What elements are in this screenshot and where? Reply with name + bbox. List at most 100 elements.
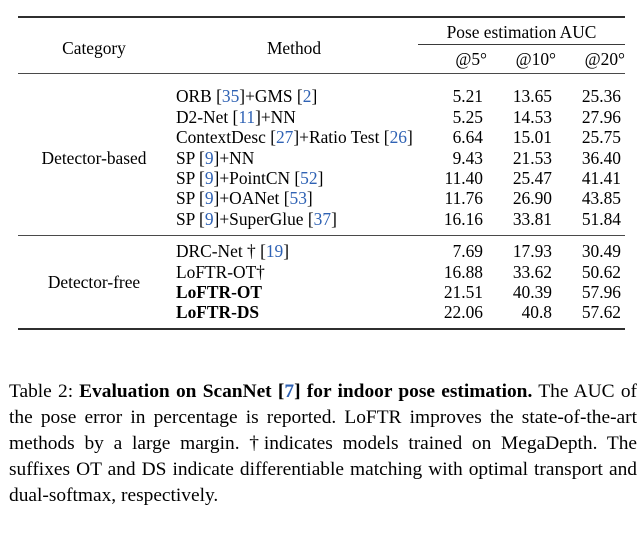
metric-value: 14.53 <box>512 106 552 127</box>
method-text: ]+SuperGlue [ <box>213 208 314 229</box>
metric-value: 36.40 <box>581 147 621 168</box>
method-text: ]+Ratio Test [ <box>293 127 390 148</box>
method-text: ContextDesc <box>176 127 271 148</box>
metric-value: 30.49 <box>581 241 621 262</box>
metric-value: 25.47 <box>512 167 552 188</box>
metric-value: 15.01 <box>512 127 552 148</box>
method-text: ] <box>283 241 290 262</box>
paper-page: Category Method Pose estimation AUC @5° … <box>0 0 643 559</box>
metric-value: 57.96 <box>581 281 621 302</box>
citation-ref: 9 <box>204 167 214 188</box>
method-label: SP [9]+SuperGlue [37] <box>170 209 418 229</box>
metric-value: 43.85 <box>581 188 621 209</box>
category-label: Detector-free <box>47 271 141 292</box>
metric-value: 21.51 <box>443 281 483 302</box>
method-text: D2-Net <box>176 106 233 127</box>
metric-value: 21.53 <box>512 147 552 168</box>
method-label: DRC-Net † [19] <box>170 242 418 262</box>
header-auc-5: @5° <box>455 49 487 70</box>
metric-value: 17.93 <box>512 241 552 262</box>
citation-ref: 9 <box>204 208 214 229</box>
metric-value: 5.25 <box>452 106 483 127</box>
method-text: SP <box>176 208 200 229</box>
metric-value: 6.64 <box>452 127 483 148</box>
header-category: Category <box>62 37 126 58</box>
metric-value: 33.62 <box>512 261 552 282</box>
metric-value: 7.69 <box>452 241 483 262</box>
method-text: ]+NN <box>213 147 255 168</box>
method-text: LoFTR-OT† <box>176 261 265 282</box>
metric-value: 41.41 <box>581 167 621 188</box>
method-text: ORB <box>176 86 217 107</box>
metric-value: 13.65 <box>512 86 552 107</box>
results-table-container: Category Method Pose estimation AUC @5° … <box>18 16 625 333</box>
metric-value: 25.75 <box>581 127 621 148</box>
caption-prefix: Table 2: <box>9 381 74 402</box>
method-label: LoFTR-OT† <box>170 262 418 282</box>
caption-bold-post: ] for indoor pose estimation. <box>294 381 533 402</box>
metric-value: 16.88 <box>443 261 483 282</box>
method-text: ] <box>306 188 313 209</box>
method-text: ]+NN <box>255 106 296 127</box>
metric-value: 50.62 <box>581 261 621 282</box>
metric-value: 9.43 <box>452 147 483 168</box>
method-text: SP <box>176 147 200 168</box>
method-label: LoFTR-OT <box>170 282 418 302</box>
caption-citation: 7 <box>284 381 295 402</box>
table-row: Detector-based ORB [35]+GMS [2] 5.21 13.65 2… <box>18 86 625 166</box>
table-caption: Table 2: Evaluation on ScanNet [7] for in… <box>9 379 637 509</box>
metric-value: 11.40 <box>444 167 483 188</box>
citation-ref: 27 <box>275 127 294 148</box>
metric-value: 22.06 <box>443 302 483 323</box>
metric-value: 11.76 <box>444 188 483 209</box>
metric-value: 5.21 <box>452 86 483 107</box>
table-body: Category Method Pose estimation AUC @5° … <box>18 16 625 333</box>
method-text: DRC-Net † <box>176 241 261 262</box>
table-header-group-row: Category Method Pose estimation AUC <box>18 22 625 56</box>
method-text: LoFTR-OT <box>176 281 262 302</box>
metric-value: 16.16 <box>443 208 483 229</box>
method-text: ] <box>331 208 337 229</box>
results-table: Category Method Pose estimation AUC @5° … <box>18 16 625 333</box>
citation-ref: 19 <box>265 241 284 262</box>
citation-ref: 52 <box>300 167 318 188</box>
method-text: ]+GMS [ <box>239 86 303 107</box>
metric-value: 25.36 <box>581 86 621 107</box>
header-group-pose-auc: Pose estimation AUC <box>418 22 625 47</box>
metric-value: 27.96 <box>581 106 621 127</box>
method-label: SP [9]+NN <box>170 148 418 168</box>
method-text: SP <box>176 188 200 209</box>
metric-value: 40.39 <box>512 281 552 302</box>
category-label: Detector-based <box>41 147 147 168</box>
citation-ref: 37 <box>313 208 332 229</box>
metric-value: 51.84 <box>581 208 621 229</box>
method-text: ] <box>311 86 318 107</box>
method-label: SP [9]+OANet [53] <box>170 189 418 209</box>
metric-value: 40.8 <box>521 302 552 323</box>
method-label: D2-Net [11]+NN <box>170 107 418 127</box>
method-text: ] <box>317 167 324 188</box>
caption-bold-title: Evaluation on ScanNet [7] for indoor pos… <box>79 381 532 402</box>
method-text: ] <box>406 127 413 148</box>
citation-ref: 26 <box>389 127 407 148</box>
citation-ref: 9 <box>204 147 214 168</box>
citation-ref: 35 <box>221 86 240 107</box>
metric-value: 57.62 <box>581 302 621 323</box>
citation-ref: 53 <box>289 188 307 209</box>
header-group-rule <box>418 44 625 46</box>
method-text: SP <box>176 167 200 188</box>
table-row: Detector-free DRC-Net † [19] 7.69 17.93 30.4… <box>18 241 625 290</box>
metric-value: 33.81 <box>512 208 552 229</box>
header-group-label: Pose estimation AUC <box>446 22 597 42</box>
method-label: SP [9]+PointCN [52] <box>170 168 418 188</box>
method-text: LoFTR-DS <box>176 302 260 323</box>
method-label: ContextDesc [27]+Ratio Test [26] <box>170 128 418 148</box>
citation-ref: 9 <box>204 188 214 209</box>
metric-value: 26.90 <box>512 188 552 209</box>
citation-ref: 11 <box>238 106 256 127</box>
method-text: ]+OANet [ <box>213 188 290 209</box>
caption-bold-pre: Evaluation on ScanNet [ <box>79 381 285 402</box>
method-label: LoFTR-DS <box>170 303 418 323</box>
header-auc-20: @20° <box>584 49 625 70</box>
method-text: ]+PointCN [ <box>213 167 301 188</box>
